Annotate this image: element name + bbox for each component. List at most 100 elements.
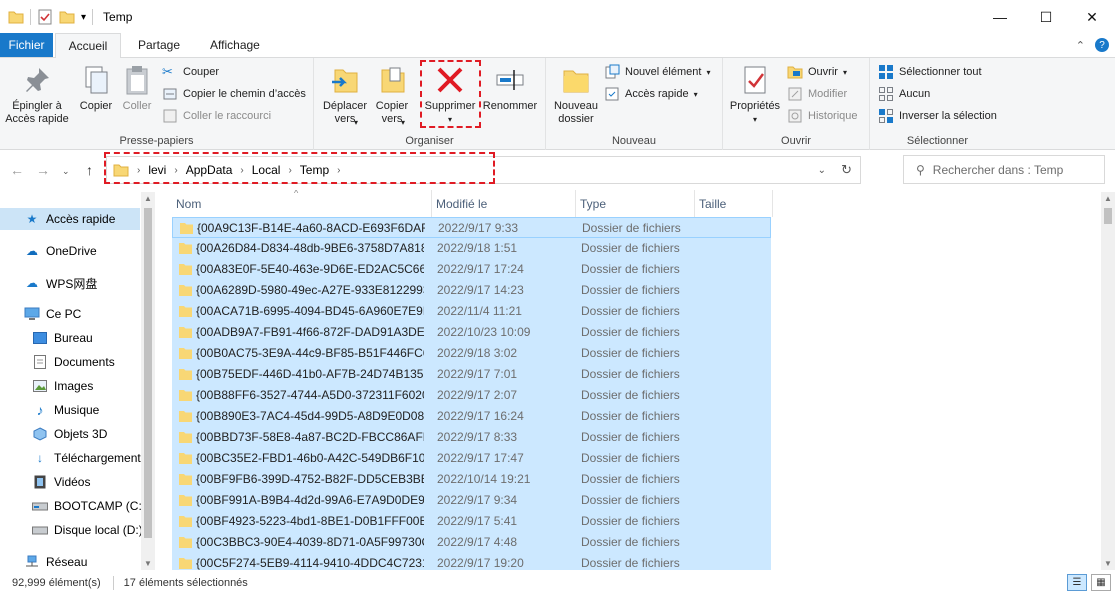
nav-item-musique[interactable]: ♪ Musique [32, 399, 100, 421]
tab-accueil[interactable]: Accueil [55, 33, 121, 58]
move-folder-icon [332, 69, 358, 93]
copy-button[interactable]: Copier [76, 64, 116, 113]
table-row[interactable]: {00ADB9A7-FB91-4f66-872F-DAD91A3DE... 202… [172, 322, 771, 343]
computer-icon [24, 306, 40, 322]
easy-access-button[interactable]: Accès rapide ▾ [604, 84, 698, 104]
address-history-dropdown-icon[interactable]: ⌄ [818, 165, 826, 176]
group-presse-papiers: Épingler à Accès rapide Copier Coller ✂ … [0, 58, 314, 150]
back-arrow-icon[interactable]: ← [10, 162, 24, 178]
move-to-button[interactable]: Déplacer vers ▾ [320, 64, 370, 127]
close-button[interactable]: ✕ [1069, 0, 1115, 34]
nav-item-acces-rapide[interactable]: ★ Accès rapide [0, 208, 140, 230]
table-row[interactable]: {00BBD73F-58E8-4a87-BC2D-FBCC86AFF... 202… [172, 427, 771, 448]
tab-partage[interactable]: Partage [125, 33, 193, 57]
help-icon[interactable]: ? [1095, 38, 1109, 52]
scroll-up-icon[interactable]: ▲ [1104, 194, 1112, 203]
table-row[interactable]: {00A6289D-5980-49ec-A27E-933E81229933} 20… [172, 280, 771, 301]
scroll-up-icon[interactable]: ▲ [144, 194, 152, 203]
properties-icon[interactable] [37, 9, 53, 25]
item-count: 92,999 élément(s) [12, 576, 101, 589]
table-row[interactable]: {00BF9FB6-399D-4752-B82F-DD5CEB3BB... 202… [172, 469, 771, 490]
properties-button[interactable]: Propriétés ▾ [725, 64, 785, 126]
table-row[interactable]: {00BF991A-B9B4-4d2d-99A6-E7A9D0DE9... 202… [172, 490, 771, 511]
recent-dropdown-icon[interactable]: ⌄ [62, 166, 70, 177]
pin-icon [26, 68, 49, 92]
column-header-type[interactable]: Type [576, 190, 695, 217]
folder-icon [179, 390, 192, 401]
network-icon [24, 554, 40, 570]
invert-selection-button[interactable]: Inverser la sélection [878, 106, 997, 126]
details-view-icon[interactable]: ☰ [1067, 574, 1087, 591]
ribbon-tabs: Fichier Accueil Partage Affichage ⌃ ? [0, 33, 1115, 58]
table-row[interactable]: {00C5F274-5EB9-4114-9410-4DDC4C7231... 20… [172, 553, 771, 570]
maximize-button[interactable]: ☐ [1023, 0, 1069, 34]
table-row[interactable]: {00B88FF6-3527-4744-A5D0-372311F6020... 2… [172, 385, 771, 406]
new-folder-icon[interactable] [59, 9, 75, 25]
open-button[interactable]: Ouvrir ▾ [787, 62, 847, 82]
status-bar: 92,999 élément(s) 17 éléments sélectionn… [0, 570, 1115, 595]
navigation-pane: ★ Accès rapide ☁ OneDrive ☁ WPS网盘 Ce PC Bur… [0, 190, 156, 570]
nav-item-reseau[interactable]: Réseau [24, 551, 87, 570]
customize-toolbar-icon[interactable]: ▾ [81, 12, 86, 23]
new-folder-button[interactable]: Nouveau dossier [548, 64, 604, 126]
large-icons-view-icon[interactable]: ▦ [1091, 574, 1111, 591]
file-list-scrollbar-thumb[interactable] [1104, 208, 1112, 224]
table-row[interactable]: {00B75EDF-446D-41b0-AF7B-24D74B1351... 20… [172, 364, 771, 385]
cloud-icon: ☁ [26, 276, 38, 290]
cut-button[interactable]: ✂ Couper [162, 62, 219, 82]
scroll-down-icon[interactable]: ▼ [144, 559, 152, 568]
pin-quick-access-button[interactable]: Épingler à Accès rapide [5, 64, 69, 126]
image-icon [32, 378, 48, 394]
paste-button[interactable]: Coller [118, 64, 156, 113]
nav-item-images[interactable]: Images [32, 375, 93, 397]
nav-item-bureau[interactable]: Bureau [32, 327, 93, 349]
search-input[interactable]: ⚲ Rechercher dans : Temp [903, 155, 1105, 184]
tab-affichage[interactable]: Affichage [197, 33, 273, 57]
nav-item-onedrive[interactable]: ☁ OneDrive [24, 240, 97, 262]
nav-item-videos[interactable]: Vidéos [32, 471, 90, 493]
table-row[interactable]: {00B890E3-7AC4-45d4-99D5-A8D9E0D08... 202… [172, 406, 771, 427]
dropdown-arrow-icon: ▾ [842, 67, 847, 77]
nav-item-documents[interactable]: Documents [32, 351, 115, 373]
table-row[interactable]: {00A9C13F-B14E-4a60-8ACD-E693F6DAF... 202… [172, 217, 771, 238]
nav-item-wps[interactable]: ☁ WPS网盘 [24, 272, 97, 294]
table-row[interactable]: {00A26D84-D834-48db-9BE6-3758D7A818... 20… [172, 238, 771, 259]
paste-shortcut-button[interactable]: Coller le raccourci [162, 106, 271, 126]
nav-item-telechargements[interactable]: ↓ Téléchargements [32, 447, 147, 469]
folder-icon [179, 453, 192, 464]
minimize-button[interactable]: — [977, 0, 1023, 34]
copy-to-button[interactable]: Copier vers ▾ [372, 64, 412, 127]
up-arrow-icon[interactable]: ↑ [86, 162, 93, 178]
dropdown-arrow-icon: ▾ [752, 115, 757, 124]
forward-arrow-icon[interactable]: → [36, 162, 50, 178]
copy-path-button[interactable]: Copier le chemin d’accès [162, 84, 306, 104]
table-row[interactable]: {00BC35E2-FBD1-46b0-A42C-549DB6F10... 202… [172, 448, 771, 469]
table-row[interactable]: {00A83E0F-5E40-463e-9D6E-ED2AC5C666... 20… [172, 259, 771, 280]
rename-button[interactable]: Renommer [480, 64, 540, 113]
nav-item-objets-3d[interactable]: Objets 3D [32, 423, 107, 445]
new-item-button[interactable]: Nouvel élément ▾ [604, 62, 710, 82]
select-none-button[interactable]: Aucun [878, 84, 930, 104]
collapse-ribbon-icon[interactable]: ⌃ [1076, 39, 1085, 52]
nav-item-bootcamp[interactable]: BOOTCAMP (C:) [32, 495, 146, 517]
history-button[interactable]: Historique [787, 106, 858, 126]
tab-fichier[interactable]: Fichier [0, 33, 53, 57]
table-row[interactable]: {00BF4923-5223-4bd1-8BE1-D0B1FFF00B... 20… [172, 511, 771, 532]
table-row[interactable]: {00ACA71B-6995-4094-BD45-6A960E7E9B... 20… [172, 301, 771, 322]
table-row[interactable]: {00C3BBC3-90E4-4039-8D71-0A5F99730C... 20… [172, 532, 771, 553]
nav-scrollbar-thumb[interactable] [144, 208, 152, 538]
video-icon [32, 474, 48, 490]
file-list-scrollbar[interactable]: ▲ ▼ [1101, 192, 1115, 570]
select-all-button[interactable]: Sélectionner tout [878, 62, 982, 82]
refresh-icon[interactable]: ↻ [841, 162, 852, 178]
table-row[interactable]: {00B0AC75-3E9A-44c9-BF85-B51F446FC6... 20… [172, 343, 771, 364]
column-header-size[interactable]: Taille [695, 190, 773, 217]
nav-scrollbar[interactable]: ▲ ▼ [141, 192, 155, 570]
nav-item-ce-pc[interactable]: Ce PC [24, 303, 81, 325]
nav-item-disque-d[interactable]: Disque local (D:) [32, 519, 143, 541]
edit-button[interactable]: Modifier [787, 84, 847, 104]
column-header-name[interactable]: Nom [172, 190, 432, 217]
shortcut-icon [163, 109, 177, 123]
column-header-modified[interactable]: Modifié le [432, 190, 576, 217]
scroll-down-icon[interactable]: ▼ [1104, 559, 1112, 568]
